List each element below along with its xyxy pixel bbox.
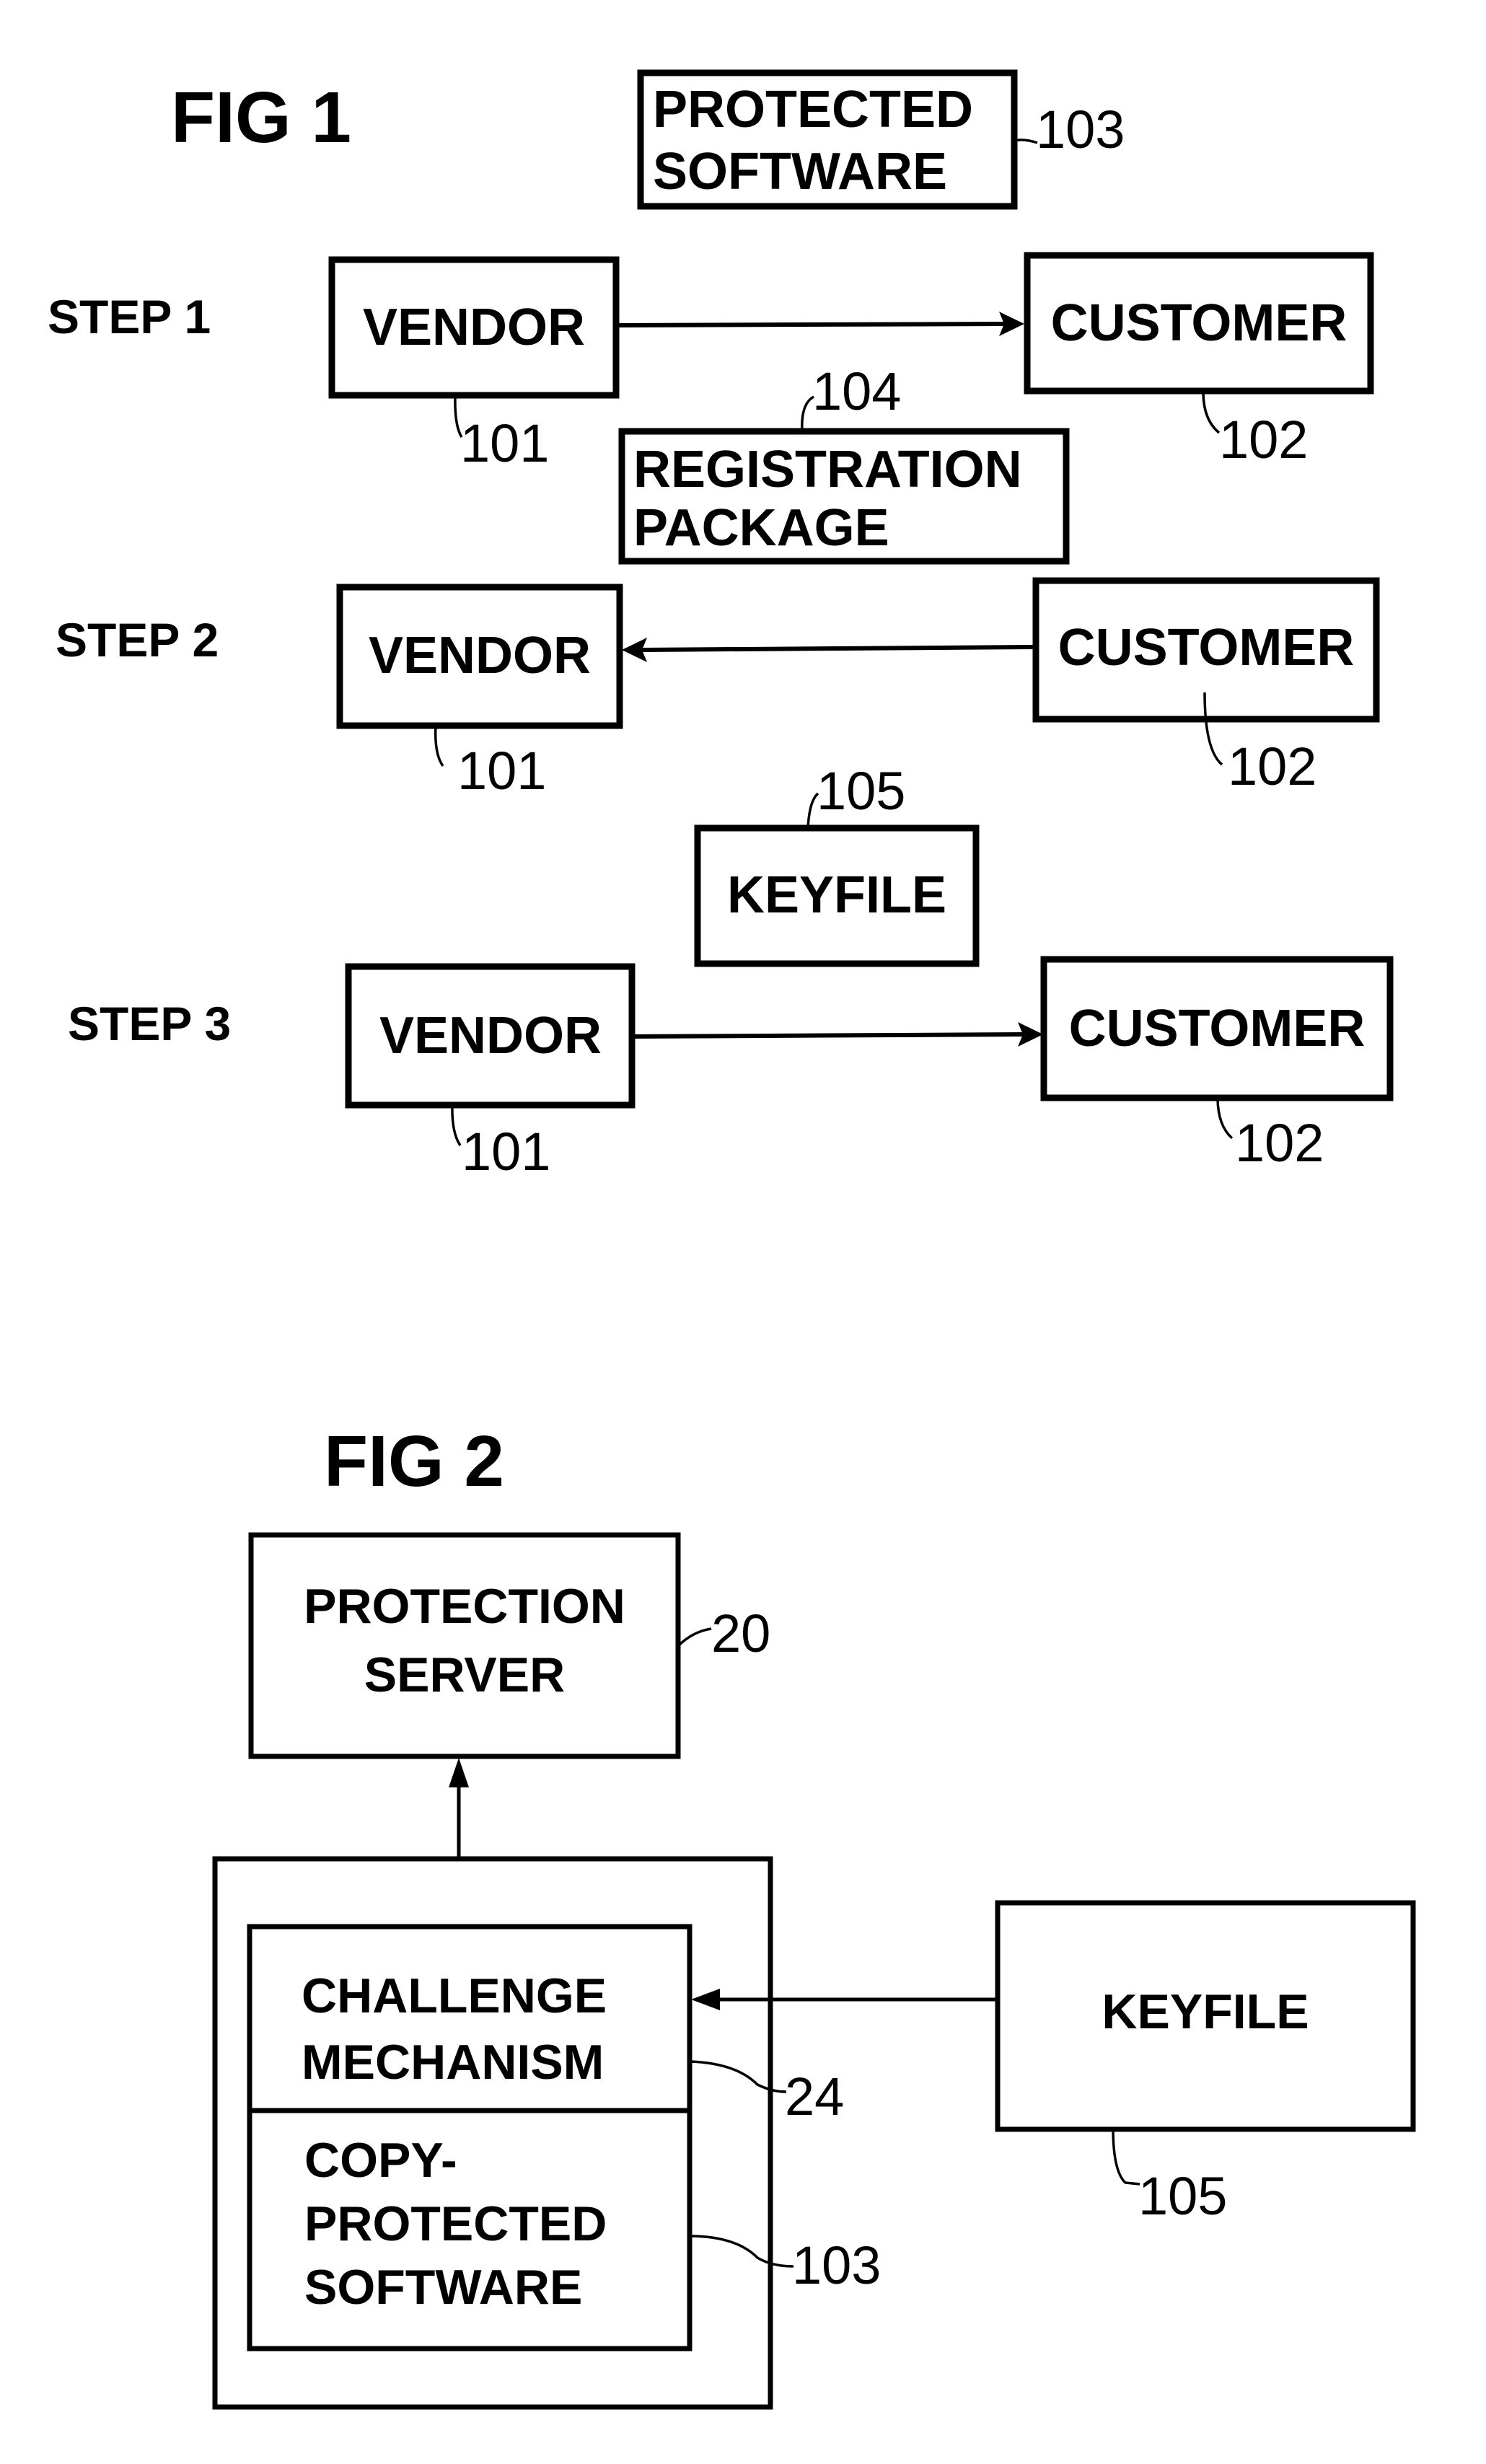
protected-software-block: PROTECTED SOFTWARE 103 <box>637 69 1125 210</box>
registration-package-block: 104 REGISTRATION PACKAGE <box>618 361 1070 565</box>
challenge-mechanism-line2: MECHANISM <box>302 2035 604 2090</box>
step-2-label: STEP 2 <box>56 613 219 666</box>
ref-leader-101 <box>451 1104 462 1146</box>
ref-102: 102 <box>1228 736 1316 796</box>
arrow-vendor-to-customer <box>631 1032 1025 1039</box>
step-2: STEP 2 VENDOR CUSTOMER 101 102 <box>56 577 1380 801</box>
keyfile-block: KEYFILE 105 <box>691 1900 1416 2226</box>
ref-105: 105 <box>817 761 905 821</box>
copy-protected-software-line3: SOFTWARE <box>304 2260 582 2315</box>
step-1-label: STEP 1 <box>48 290 211 343</box>
customer-label: CUSTOMER <box>1058 619 1355 677</box>
arrow-customer-to-vendor <box>640 645 1037 652</box>
keyfile-block: 105 KEYFILE <box>694 761 980 967</box>
protected-software-line2: SOFTWARE <box>653 143 947 201</box>
protection-server-line2: SERVER <box>364 1647 565 1702</box>
figure-1: FIG 1 PROTECTED SOFTWARE 103 STEP 1 VEND… <box>48 69 1394 1182</box>
protection-server-block: PROTECTION SERVER 20 <box>248 1532 770 1759</box>
vendor-label: VENDOR <box>379 1007 602 1065</box>
ref-leader-103 <box>1014 138 1038 144</box>
ref-leader-101 <box>434 725 444 767</box>
ref-leader-105 <box>1112 2127 1140 2186</box>
protection-server-box <box>248 1532 681 1759</box>
software-stack: CHALLENGE MECHANISM COPY- PROTECTED SOFT… <box>247 1924 693 2351</box>
patent-drawing: FIG 1 PROTECTED SOFTWARE 103 STEP 1 VEND… <box>48 69 1416 2410</box>
ref-leader-102 <box>1202 391 1221 434</box>
registration-package-line2: PACKAGE <box>633 499 889 557</box>
keyfile-label: KEYFILE <box>1102 1984 1309 2039</box>
copy-protected-software-line1: COPY- <box>304 2133 457 2188</box>
registration-package-line1: REGISTRATION <box>633 441 1022 498</box>
arrowhead-up-icon <box>449 1758 469 1787</box>
customer-label: CUSTOMER <box>1051 294 1347 352</box>
ref-leader-20 <box>677 1627 712 1647</box>
protected-software-line1: PROTECTED <box>653 81 973 138</box>
step-3: STEP 3 VENDOR CUSTOMER 101 102 <box>68 956 1394 1182</box>
ref-102: 102 <box>1235 1113 1324 1173</box>
ref-104: 104 <box>812 361 901 421</box>
ref-101: 101 <box>460 413 549 473</box>
challenge-mechanism-line1: CHALLENGE <box>302 1968 607 2023</box>
figure-2: FIG 2 PROTECTION SERVER 20 CHALLENGE MEC… <box>212 1421 1416 2410</box>
step-3-label: STEP 3 <box>68 997 231 1050</box>
arrow-vendor-to-customer <box>616 322 1007 327</box>
vendor-label: VENDOR <box>369 627 591 685</box>
ref-24: 24 <box>785 2067 844 2126</box>
ref-101: 101 <box>457 741 546 801</box>
ref-105: 105 <box>1138 2166 1227 2226</box>
fig1-title: FIG 1 <box>171 77 351 158</box>
ref-103: 103 <box>792 2235 881 2295</box>
customer-label: CUSTOMER <box>1069 1000 1366 1057</box>
ref-leader-102 <box>1216 1097 1234 1140</box>
fig2-title: FIG 2 <box>324 1421 504 1502</box>
ref-101: 101 <box>462 1122 550 1182</box>
ref-102: 102 <box>1219 410 1308 470</box>
keyfile-label: KEYFILE <box>727 866 946 924</box>
vendor-label: VENDOR <box>363 299 585 356</box>
ref-20: 20 <box>711 1603 770 1663</box>
ref-103: 103 <box>1036 100 1125 159</box>
copy-protected-software-line2: PROTECTED <box>304 2196 607 2251</box>
protection-server-line1: PROTECTION <box>304 1579 625 1634</box>
